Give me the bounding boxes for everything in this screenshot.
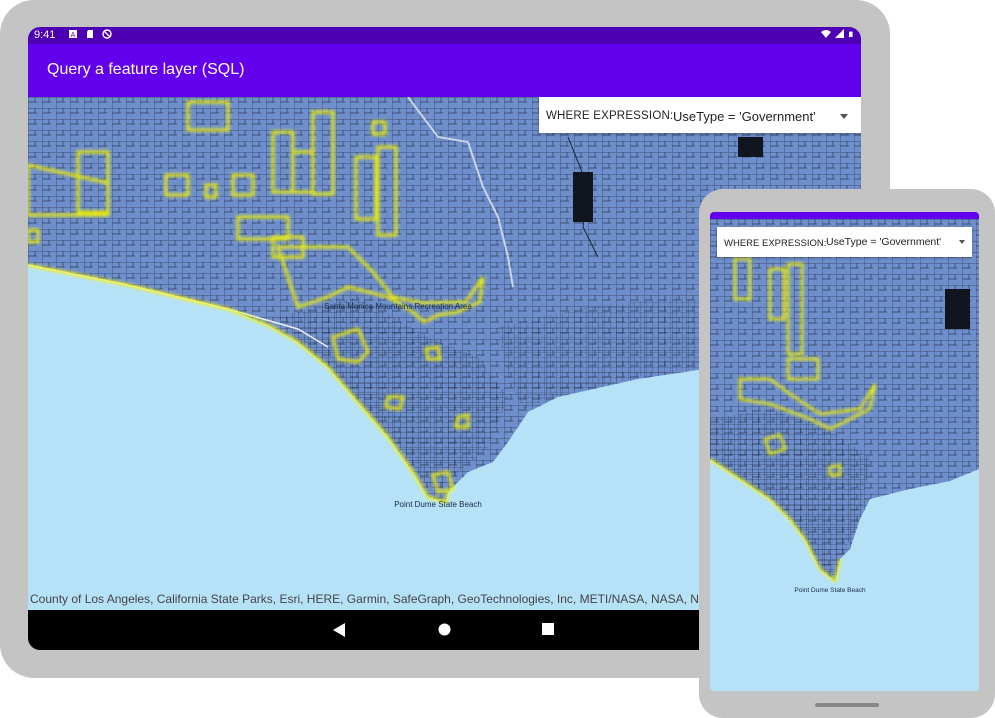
back-icon[interactable] — [333, 623, 346, 637]
app-bar: Query a feature layer (SQL) — [28, 44, 861, 97]
dropdown-arrow-icon — [840, 114, 848, 119]
recents-icon[interactable] — [542, 623, 554, 635]
phone-where-expression-panel: WHERE EXPRESSION: UseType = 'Government' — [717, 227, 972, 257]
do-not-disturb-icon — [102, 29, 112, 39]
phone-screen: Point Dume State Beach WHERE EXPRESSION:… — [710, 212, 979, 691]
phone-map-view[interactable]: Point Dume State Beach WHERE EXPRESSION:… — [710, 219, 979, 691]
phone-where-expression-value: UseType = 'Government' — [826, 236, 942, 248]
home-icon[interactable] — [438, 623, 451, 636]
map-label-mountains: Santa Monica Mountains Recreation Area — [324, 302, 472, 311]
phone-map-label-point-dume: Point Dume State Beach — [794, 587, 866, 594]
where-expression-dropdown[interactable]: UseType = 'Government' — [665, 108, 855, 126]
text-notification-icon: A — [69, 30, 77, 39]
signal-icon — [835, 29, 844, 38]
battery-icon — [849, 31, 853, 37]
svg-text:A: A — [71, 32, 76, 39]
phone-where-expression-label: WHERE EXPRESSION: — [724, 238, 827, 249]
wifi-icon — [821, 30, 831, 38]
phone-where-expression-dropdown[interactable]: UseType = 'Government' — [821, 235, 967, 249]
phone-home-indicator[interactable] — [815, 703, 879, 707]
map-label-point-dume: Point Dume State Beach — [394, 500, 482, 509]
where-expression-label: WHERE EXPRESSION: — [546, 110, 674, 122]
urban-cluster-2 — [738, 137, 763, 157]
phone-device-frame: Point Dume State Beach WHERE EXPRESSION:… — [699, 189, 995, 718]
urban-cluster — [573, 172, 593, 222]
where-expression-value: UseType = 'Government' — [673, 109, 816, 124]
phone-urban-cluster — [945, 289, 970, 329]
phone-map-canvas[interactable]: Point Dume State Beach — [710, 219, 979, 691]
status-time: 9:41 — [34, 29, 56, 41]
phone-app-bar — [710, 212, 979, 219]
status-system-icons — [821, 29, 855, 39]
status-notification-icons: A — [68, 29, 112, 39]
where-expression-panel: WHERE EXPRESSION: UseType = 'Government' — [539, 97, 861, 133]
phone-dropdown-arrow-icon — [959, 240, 965, 244]
status-bar: 9:41 A — [28, 27, 861, 44]
sd-card-icon — [87, 30, 93, 38]
app-title: Query a feature layer (SQL) — [47, 61, 245, 78]
